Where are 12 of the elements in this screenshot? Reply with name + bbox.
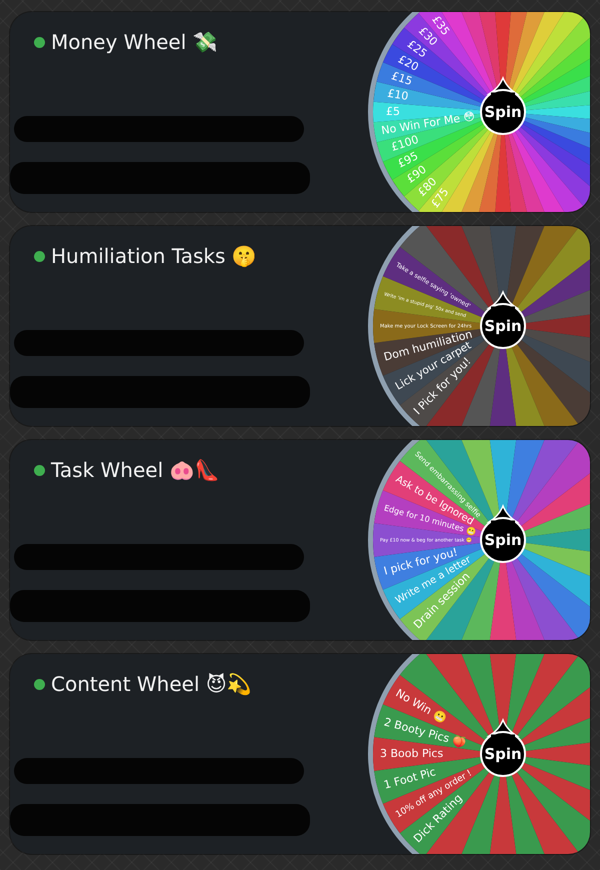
wheel-segment-label: £15: [390, 69, 414, 88]
wheel-segment-label: £10: [386, 86, 410, 103]
status-dot-icon: [34, 678, 45, 690]
wheel-title: Content Wheel 😈💫: [51, 672, 252, 696]
wheel-segment-label: £5: [386, 105, 400, 118]
wheel-segment-label: 3 Boob Pics: [380, 747, 444, 760]
status-dot-icon: [34, 36, 45, 48]
wheel-title: Task Wheel 🐽👠: [51, 458, 220, 482]
wheel-title: Humiliation Tasks 🤫: [51, 244, 257, 268]
wheel-title: Money Wheel 💸: [51, 30, 218, 54]
status-dot-icon: [34, 464, 45, 476]
status-dot-icon: [34, 250, 45, 262]
